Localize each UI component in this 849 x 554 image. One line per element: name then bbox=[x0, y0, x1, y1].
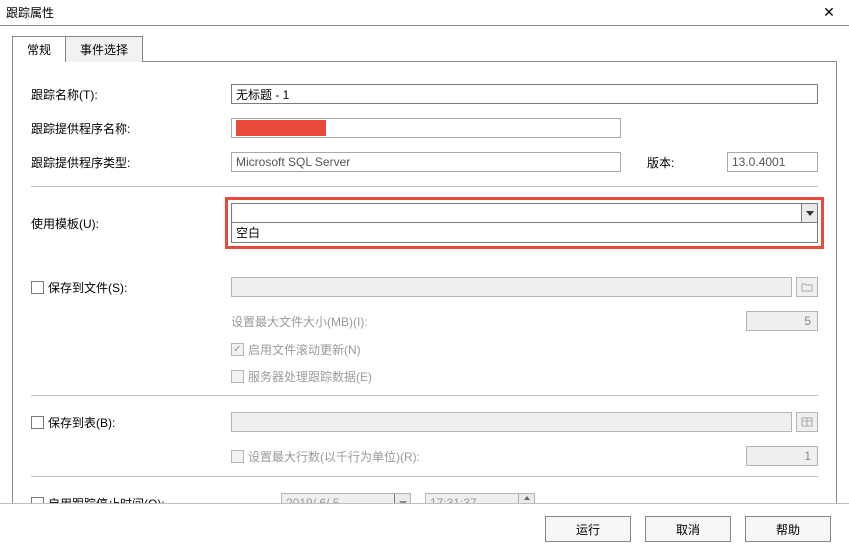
version-box: 13.0.4001 bbox=[727, 152, 818, 172]
folder-icon bbox=[801, 282, 813, 292]
use-template-label: 使用模板(U): bbox=[31, 215, 231, 232]
trace-name-input[interactable] bbox=[231, 84, 818, 104]
help-button[interactable]: 帮助 bbox=[745, 516, 831, 542]
max-rows-label: 设置最大行数(以千行为单位)(R): bbox=[248, 448, 742, 465]
provider-name-label: 跟踪提供程序名称: bbox=[31, 120, 231, 137]
run-button[interactable]: 运行 bbox=[545, 516, 631, 542]
separator-1 bbox=[31, 186, 818, 187]
provider-type-label: 跟踪提供程序类型: bbox=[31, 154, 231, 171]
save-to-file-checkbox[interactable] bbox=[31, 281, 44, 294]
max-rows-checkbox bbox=[231, 450, 244, 463]
provider-name-box bbox=[231, 118, 621, 138]
rollover-label: 启用文件滚动更新(N) bbox=[248, 341, 361, 358]
save-to-table-checkbox[interactable] bbox=[31, 416, 44, 429]
table-icon bbox=[801, 417, 813, 427]
template-combo[interactable] bbox=[231, 203, 818, 223]
general-panel: 跟踪名称(T): 跟踪提供程序名称: 跟踪提供程序类型: Microsoft S… bbox=[12, 61, 837, 515]
cancel-button[interactable]: 取消 bbox=[645, 516, 731, 542]
server-process-label: 服务器处理跟踪数据(E) bbox=[248, 368, 372, 385]
close-button[interactable]: ✕ bbox=[815, 3, 843, 23]
button-bar: 运行 取消 帮助 bbox=[0, 503, 849, 554]
browse-table-button bbox=[796, 412, 818, 432]
provider-name-redacted bbox=[236, 120, 326, 136]
browse-file-button bbox=[796, 277, 818, 297]
rollover-checkbox: ✓ bbox=[231, 343, 244, 356]
chevron-down-icon bbox=[806, 211, 814, 216]
chevron-up-icon bbox=[524, 496, 530, 500]
spin-up-button bbox=[518, 494, 534, 503]
provider-type-box: Microsoft SQL Server bbox=[231, 152, 621, 172]
max-rows-input: 1 bbox=[746, 446, 818, 466]
save-to-table-label: 保存到表(B): bbox=[48, 414, 115, 431]
trace-name-label: 跟踪名称(T): bbox=[31, 86, 231, 103]
server-process-checkbox bbox=[231, 370, 244, 383]
window-title: 跟踪属性 bbox=[6, 4, 815, 21]
template-combo-button[interactable] bbox=[801, 204, 817, 222]
tab-general[interactable]: 常规 bbox=[12, 36, 66, 62]
tab-events[interactable]: 事件选择 bbox=[66, 36, 143, 62]
save-table-box bbox=[231, 412, 792, 432]
version-label: 版本: bbox=[647, 154, 707, 171]
tab-strip: 常规 事件选择 bbox=[12, 36, 849, 62]
title-bar: 跟踪属性 ✕ bbox=[0, 0, 849, 26]
separator-3 bbox=[31, 476, 818, 477]
save-file-path-box bbox=[231, 277, 792, 297]
separator-2 bbox=[31, 395, 818, 396]
template-dropdown-list[interactable]: 空白 bbox=[231, 223, 818, 243]
template-option-blank[interactable]: 空白 bbox=[236, 224, 260, 241]
template-combo-text bbox=[232, 204, 801, 222]
save-to-file-label: 保存到文件(S): bbox=[48, 279, 127, 296]
max-file-size-input: 5 bbox=[746, 311, 818, 331]
max-file-size-label: 设置最大文件大小(MB)(I): bbox=[231, 313, 746, 330]
